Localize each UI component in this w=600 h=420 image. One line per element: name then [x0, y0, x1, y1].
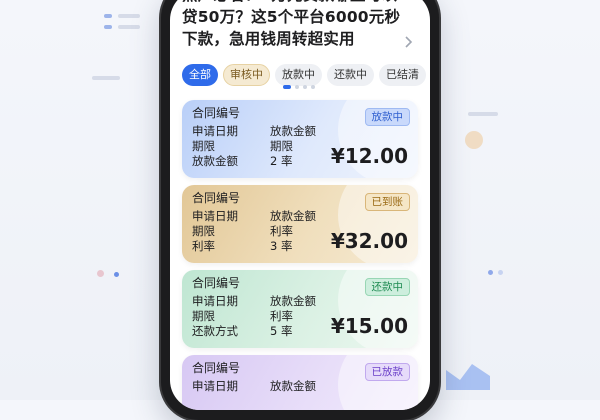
phone-screen: 黑户必看！1万元贷款哪里可以贷50万？这5个平台6000元秒下款，急用钱周转超实…	[170, 0, 430, 410]
decorative-dash	[468, 112, 498, 116]
loan-amount: ¥15.00	[330, 314, 408, 338]
rate-label: 3 率	[270, 239, 293, 253]
loan-amount-label: 放款金额	[270, 379, 316, 393]
page-dot	[295, 85, 299, 89]
tab-disbursing[interactable]: 放款中	[275, 64, 322, 86]
status-badge: 还款中	[364, 278, 410, 296]
loan-card[interactable]: 合同编号 还款中 申请日期 期限 还款方式 放款金额 利率 5 率 ¥15.00	[182, 270, 418, 348]
apply-date-label: 申请日期	[192, 379, 238, 393]
status-tabs: 全部 审核中 放款中 还款中 已结清 已	[182, 64, 430, 86]
rate-label: 利率	[192, 239, 215, 253]
loan-amount: ¥12.00	[330, 144, 408, 168]
contract-label: 合同编号	[192, 106, 241, 120]
tab-all[interactable]: 全部	[182, 64, 218, 86]
decorative-dash	[104, 14, 112, 18]
contract-label: 合同编号	[192, 361, 241, 375]
decorative-dot	[97, 270, 104, 277]
page-dot-active	[283, 85, 291, 89]
status-badge: 放款中	[364, 108, 410, 126]
article-title[interactable]: 黑户必看！1万元贷款哪里可以贷50万？这5个平台6000元秒下款，急用钱周转超实…	[182, 0, 402, 50]
mountain-chart-icon	[446, 364, 490, 390]
apply-date-label: 申请日期	[192, 124, 238, 138]
decorative-dot	[498, 270, 503, 275]
loan-card[interactable]: 合同编号 放款中 申请日期 期限 放款金额 放款金额 期限 2 率 ¥12.00	[182, 100, 418, 178]
page-dot	[303, 85, 307, 89]
term-label: 期限	[270, 139, 293, 153]
page-dot	[311, 85, 315, 89]
contract-label: 合同编号	[192, 276, 241, 290]
loan-card[interactable]: 合同编号 已到账 申请日期 期限 利率 放款金额 利率 3 率 ¥32.00	[182, 185, 418, 263]
term-label: 期限	[192, 224, 215, 238]
apply-date-label: 申请日期	[192, 294, 238, 308]
loan-amount-label: 放款金额	[270, 124, 316, 138]
term-label: 期限	[192, 309, 215, 323]
loan-amount: ¥32.00	[330, 229, 408, 253]
repayment-method-label: 还款方式	[192, 324, 238, 338]
loan-amount-label: 放款金额	[270, 294, 316, 308]
term-label: 期限	[192, 139, 215, 153]
decorative-dot	[488, 270, 493, 275]
rate-label: 2 率	[270, 154, 293, 168]
tab-settled[interactable]: 已结清	[379, 64, 426, 86]
pie-chart-icon	[465, 131, 483, 149]
loan-amount-label: 放款金额	[270, 209, 316, 223]
decorative-dash	[118, 25, 140, 29]
apply-date-label: 申请日期	[192, 209, 238, 223]
rate-label: 利率	[270, 309, 293, 323]
loan-amount-label: 放款金额	[192, 154, 238, 168]
decorative-dot	[114, 272, 119, 277]
status-badge: 已到账	[364, 193, 410, 211]
tab-reviewing[interactable]: 审核中	[223, 64, 270, 86]
status-badge: 已放款	[364, 363, 410, 381]
page-indicator	[283, 85, 315, 89]
rate-label: 利率	[270, 224, 293, 238]
decorative-dash	[118, 14, 140, 18]
rate-label: 5 率	[270, 324, 293, 338]
chevron-right-icon[interactable]	[404, 36, 418, 50]
tab-repaying[interactable]: 还款中	[327, 64, 374, 86]
loan-card[interactable]: 合同编号 已放款 申请日期 放款金额	[182, 355, 418, 410]
decorative-dash	[92, 76, 120, 80]
contract-label: 合同编号	[192, 191, 241, 205]
decorative-dash	[104, 25, 112, 29]
